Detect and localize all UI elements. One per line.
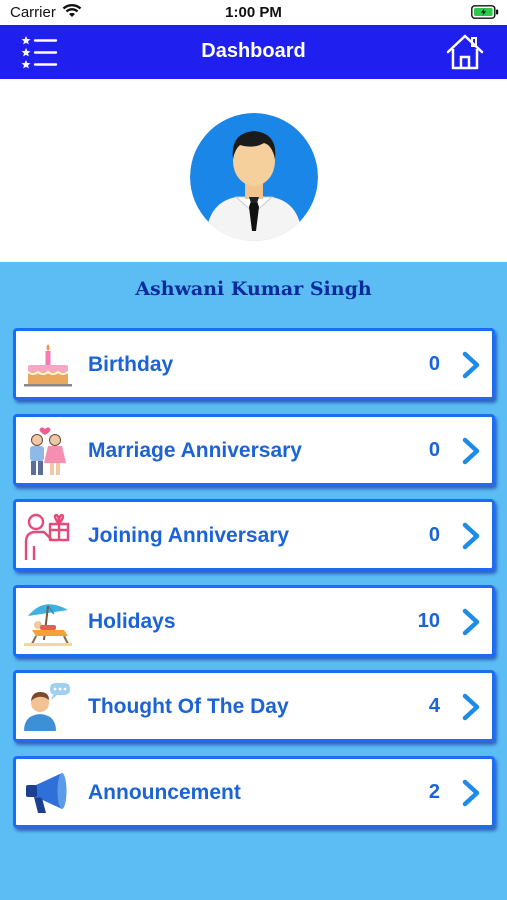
- menu-item-count: 0: [428, 438, 440, 461]
- menu-item-label: Joining Anniversary: [88, 524, 290, 548]
- menu-item-holidays[interactable]: Holidays 10: [13, 584, 495, 657]
- menu-item-label: Birthday: [88, 353, 174, 376]
- profile-area: [0, 79, 507, 262]
- page-title: Dashboard: [201, 40, 306, 62]
- menu-item-marriage-anniversary[interactable]: Marriage Anniversary 0: [13, 413, 495, 486]
- dashboard-menu: Birthday 0 Marriage Anniversary 0 Joinin…: [13, 328, 495, 842]
- user-name: Ashwani Kumar Singh: [135, 278, 372, 300]
- menu-item-birthday[interactable]: Birthday 0: [13, 328, 495, 400]
- menu-item-label: Thought Of The Day: [88, 695, 289, 719]
- status-time: 1:00 PM: [225, 4, 282, 21]
- home-button[interactable]: [445, 32, 485, 72]
- menu-item-count: 4: [428, 695, 440, 718]
- chevron-right-icon: [462, 351, 480, 379]
- user-avatar-icon: [190, 113, 318, 241]
- avatar[interactable]: [190, 113, 318, 241]
- chevron-right-icon: [462, 608, 480, 636]
- menu-item-count: 0: [428, 353, 440, 375]
- menu-item-joining-anniversary[interactable]: Joining Anniversary 0: [13, 499, 495, 572]
- menu-item-label: Holidays: [88, 609, 176, 633]
- chevron-right-icon: [462, 779, 480, 807]
- status-bar: Carrier 1:00 PM: [0, 0, 507, 25]
- nav-bar: Dashboard: [0, 25, 507, 79]
- menu-item-count: 10: [417, 609, 440, 632]
- home-icon: [446, 34, 484, 70]
- chevron-right-icon: [462, 437, 480, 464]
- menu-item-label: Marriage Anniversary: [88, 438, 302, 462]
- birthday-cake-icon: [24, 344, 72, 387]
- beach-umbrella-icon: [24, 604, 72, 646]
- gift-person-icon: [24, 513, 70, 561]
- chevron-right-icon: [462, 694, 480, 721]
- thinking-person-icon: [24, 683, 70, 732]
- battery-icon: [471, 5, 499, 19]
- menu-item-count: 2: [428, 780, 440, 803]
- couple-icon: [30, 426, 66, 475]
- chevron-right-icon: [462, 522, 480, 550]
- megaphone-icon: [26, 772, 67, 813]
- menu-item-thought-of-the-day[interactable]: Thought Of The Day 4: [13, 670, 495, 743]
- menu-item-count: 0: [428, 524, 440, 547]
- menu-item-label: Announcement: [88, 780, 241, 804]
- menu-item-announcement[interactable]: Announcement 2: [13, 755, 495, 828]
